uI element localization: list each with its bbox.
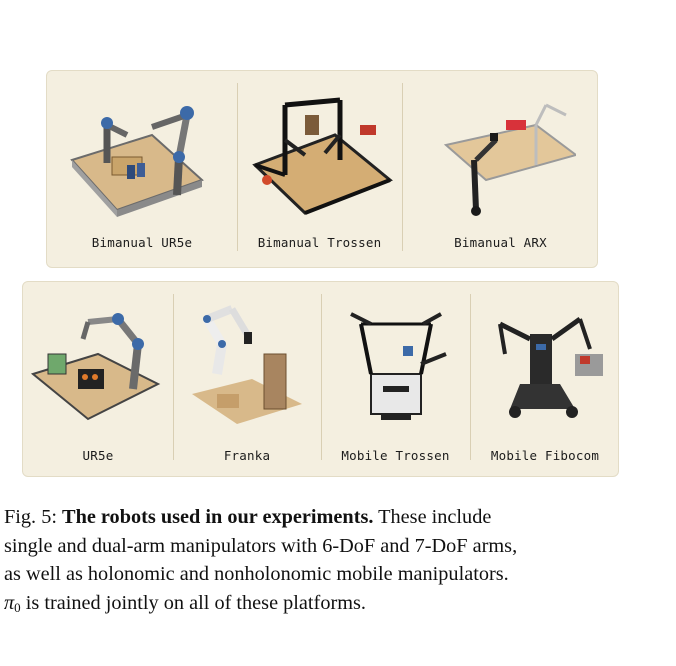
robot-label: Mobile Fibocom xyxy=(490,448,600,463)
caption-text: These include xyxy=(373,506,492,528)
robot-cell-ur5e: UR5e xyxy=(23,282,173,476)
robot-cell-mobile-trossen: Mobile Trossen xyxy=(321,282,470,476)
robot-label: Bimanual ARX xyxy=(454,235,547,250)
ur5e-image xyxy=(30,313,161,421)
caption-line-3: as well as holonomic and nonholonomic mo… xyxy=(4,563,509,585)
figure-panel-bottom: UR5e Franka Mobile Trossen Mobile Fiboco… xyxy=(22,281,619,477)
robot-label: Franka xyxy=(223,448,271,463)
robot-label: Bimanual Trossen xyxy=(257,235,382,250)
robot-cell-franka: Franka xyxy=(173,282,321,476)
bimanual-trossen-image xyxy=(251,97,393,215)
caption-prefix: Fig. 5: xyxy=(4,506,63,528)
caption-line-2: single and dual-arm manipulators with 6-… xyxy=(4,534,518,557)
caption-text: is trained jointly on all of these platf… xyxy=(20,591,366,614)
pi-symbol: π xyxy=(4,591,15,614)
robot-label: UR5e xyxy=(82,448,114,463)
robot-cell-bimanual-trossen: Bimanual Trossen xyxy=(237,71,402,267)
mobile-trossen-image xyxy=(349,312,447,420)
robot-cell-bimanual-arx: Bimanual ARX xyxy=(402,71,599,267)
robot-label: Bimanual UR5e xyxy=(91,235,193,250)
robot-label: Mobile Trossen xyxy=(341,448,450,463)
robot-cell-bimanual-ur5e: Bimanual UR5e xyxy=(47,71,237,267)
bimanual-ur5e-image xyxy=(70,106,204,217)
bimanual-arx-image xyxy=(443,103,576,216)
figure-caption: Fig. 5: The robots used in our experimen… xyxy=(4,503,654,617)
caption-line-4: π0 is trained jointly on all of these pl… xyxy=(4,589,654,618)
franka-image xyxy=(192,305,302,424)
figure-panel-top: Bimanual UR5e Bimanual Trossen Bimanual … xyxy=(46,70,598,268)
caption-line-1: Fig. 5: The robots used in our experimen… xyxy=(4,503,654,532)
mobile-fibocom-image xyxy=(498,316,603,418)
robot-cell-mobile-fibocom: Mobile Fibocom xyxy=(470,282,620,476)
caption-title: The robots used in our experiments. xyxy=(62,506,374,528)
